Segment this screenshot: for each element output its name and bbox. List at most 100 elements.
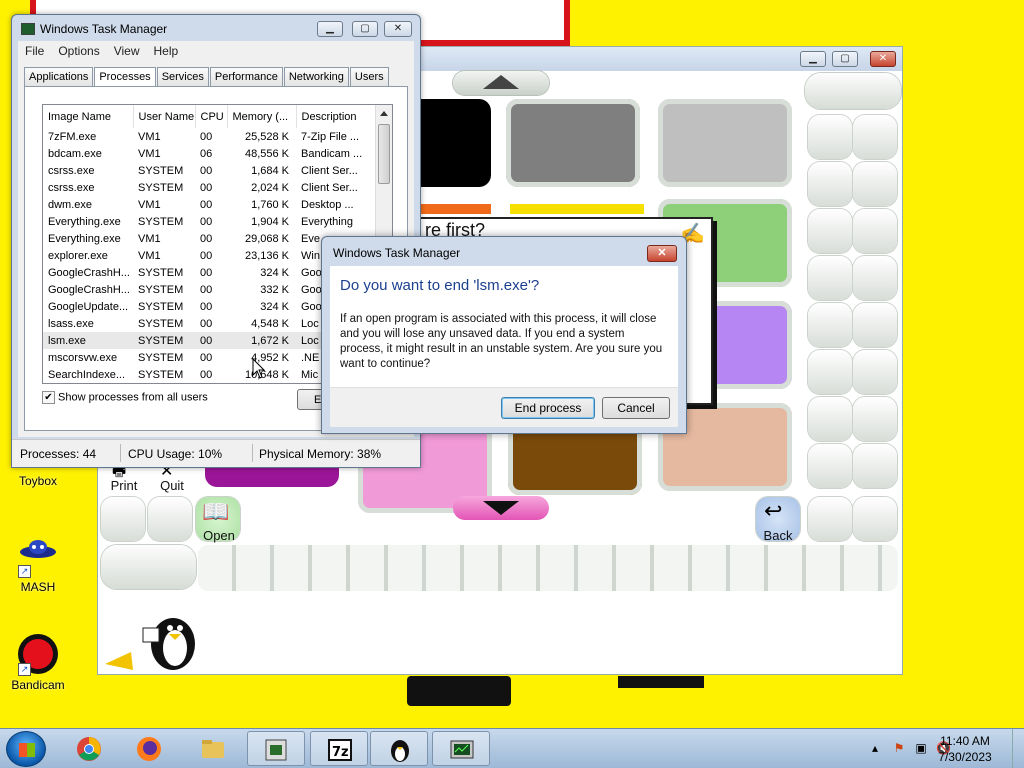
end-process-dialog[interactable]: Windows Task Manager ✕ Do you want to en… xyxy=(321,236,687,434)
process-cpu: 00 xyxy=(200,266,213,279)
minimize-button[interactable]: ▁ xyxy=(317,21,343,37)
network-icon[interactable]: ▣ xyxy=(914,742,928,755)
process-user-name: SYSTEM xyxy=(138,317,184,330)
minimize-button[interactable]: ▁ xyxy=(800,51,826,67)
process-memory: 1,904 K xyxy=(251,215,289,228)
tab-applications[interactable]: Applications xyxy=(24,67,94,86)
task-manager-icon xyxy=(450,740,474,759)
shortcut-arrow-icon: ↗ xyxy=(18,565,31,578)
column-user-name[interactable]: User Name xyxy=(133,105,196,128)
swatch-yellow[interactable] xyxy=(510,204,644,214)
process-cpu: 00 xyxy=(200,249,213,262)
show-desktop-button[interactable] xyxy=(1012,729,1024,768)
tab-networking[interactable]: Networking xyxy=(283,67,349,86)
right-grid-cell[interactable] xyxy=(853,497,897,541)
dialog-close-button[interactable]: ✕ xyxy=(647,245,677,262)
process-cpu: 06 xyxy=(200,147,213,160)
right-grid-cell[interactable] xyxy=(808,397,852,441)
up-arrow-icon xyxy=(483,75,519,89)
process-row[interactable]: Everything.exe SYSTEM 00 1,904 K Everything xyxy=(43,213,377,230)
process-row[interactable]: csrss.exe SYSTEM 00 2,024 K Client Ser... xyxy=(43,179,377,196)
right-grid-cell[interactable] xyxy=(853,350,897,394)
process-image-name: csrss.exe xyxy=(48,164,95,177)
tab-users[interactable]: Users xyxy=(349,67,389,86)
taskbar-tuxpaint[interactable] xyxy=(370,731,428,766)
process-row[interactable]: bdcam.exe VM1 06 48,556 K Bandicam ... xyxy=(43,145,377,162)
column-cpu[interactable]: CPU xyxy=(195,105,228,128)
right-grid-cell[interactable] xyxy=(853,162,897,206)
swatch-light-gray[interactable] xyxy=(658,99,792,187)
status-cpu: CPU Usage: 10% xyxy=(128,447,223,461)
scroll-up-arrow-icon[interactable] xyxy=(380,111,388,116)
cancel-button[interactable]: Cancel xyxy=(602,397,670,419)
clock[interactable]: 11:40 AM 7/30/2023 xyxy=(930,733,1000,765)
action-center-icon[interactable]: ⚑ xyxy=(892,742,906,755)
checkbox-check-icon[interactable]: ✔ xyxy=(42,391,55,404)
explorer-icon xyxy=(202,740,224,758)
process-row[interactable]: dwm.exe VM1 00 1,760 K Desktop ... xyxy=(43,196,377,213)
column-image-name[interactable]: Image Name xyxy=(43,105,134,128)
menu-help[interactable]: Help xyxy=(147,41,186,61)
desktop-icon-bandicam[interactable]: ↗ Bandicam xyxy=(8,632,68,692)
right-grid-cell[interactable] xyxy=(808,256,852,300)
swatch-gray[interactable] xyxy=(506,99,640,187)
taskbar-chrome[interactable] xyxy=(60,731,118,766)
right-grid-cell[interactable] xyxy=(853,303,897,347)
left-grid-cell[interactable] xyxy=(101,497,145,541)
menu-file[interactable]: File xyxy=(18,41,51,61)
show-hidden-icons-icon[interactable]: ▴ xyxy=(868,742,882,755)
taskbar: 7z ▴ ⚑ ▣ 🔇 11:40 AM 7/30/2023 xyxy=(0,728,1024,768)
taskbar-explorer[interactable] xyxy=(184,731,242,766)
close-button[interactable]: ✕ xyxy=(384,21,412,37)
process-row[interactable]: 7zFM.exe VM1 00 25,528 K 7-Zip File ... xyxy=(43,128,377,145)
start-button[interactable] xyxy=(6,731,46,767)
column-description[interactable]: Description xyxy=(296,105,378,128)
left-grid-cell[interactable] xyxy=(148,497,192,541)
taskbar-firefox[interactable] xyxy=(120,731,178,766)
right-grid-cell[interactable] xyxy=(808,303,852,347)
desktop-icon-mash[interactable]: ↗ MASH xyxy=(8,534,68,594)
maximize-button[interactable]: ▢ xyxy=(352,21,378,37)
right-grid-cell[interactable] xyxy=(853,256,897,300)
menu-bar: File Options View Help xyxy=(18,41,414,60)
bottom-strip[interactable] xyxy=(198,545,898,591)
tab-services[interactable]: Services xyxy=(156,67,209,86)
right-grid-cell[interactable] xyxy=(808,162,852,206)
right-grid-cell[interactable] xyxy=(808,444,852,488)
close-button[interactable]: ✕ xyxy=(870,51,896,67)
process-memory: 332 K xyxy=(260,283,289,296)
scroll-down-button[interactable] xyxy=(453,496,549,520)
tab-processes[interactable]: Processes xyxy=(94,67,156,88)
right-grid-cell[interactable] xyxy=(808,209,852,253)
menu-view[interactable]: View xyxy=(107,41,147,61)
right-grid-cell[interactable] xyxy=(853,444,897,488)
right-grid-cell[interactable] xyxy=(853,209,897,253)
column-memory[interactable]: Memory (... xyxy=(227,105,297,128)
show-all-processes-checkbox[interactable]: ✔ Show processes from all users xyxy=(42,391,208,404)
7zip-icon: 7z xyxy=(328,739,352,761)
bandicam-icon: ↗ xyxy=(16,632,60,676)
bottom-left-pill[interactable] xyxy=(101,545,196,589)
taskbar-tuxpaint-config[interactable] xyxy=(247,731,305,766)
right-grid-cell[interactable] xyxy=(808,350,852,394)
taskbar-task-manager[interactable] xyxy=(432,731,490,766)
scroll-up-button[interactable] xyxy=(453,71,549,95)
scrollbar-thumb[interactable] xyxy=(378,124,390,184)
right-top-pill[interactable] xyxy=(805,73,901,109)
tuxpaint-launcher-icon xyxy=(265,739,287,761)
right-grid-cell[interactable] xyxy=(853,397,897,441)
status-divider xyxy=(252,444,253,462)
maximize-button[interactable]: ▢ xyxy=(832,51,858,67)
process-cpu: 00 xyxy=(200,181,213,194)
right-grid-cell[interactable] xyxy=(808,497,852,541)
taskbar-7zip[interactable]: 7z xyxy=(310,731,368,766)
open-book-icon: 📖 xyxy=(202,499,230,524)
end-process-confirm-button[interactable]: End process xyxy=(501,397,595,419)
tab-performance[interactable]: Performance xyxy=(209,67,283,86)
right-grid-cell[interactable] xyxy=(853,115,897,159)
process-row[interactable]: csrss.exe SYSTEM 00 1,684 K Client Ser... xyxy=(43,162,377,179)
menu-options[interactable]: Options xyxy=(51,41,106,61)
table-header-row: Image Name User Name CPU Memory (... Des… xyxy=(43,105,378,128)
right-grid-cell[interactable] xyxy=(808,115,852,159)
process-image-name: dwm.exe xyxy=(48,198,93,211)
